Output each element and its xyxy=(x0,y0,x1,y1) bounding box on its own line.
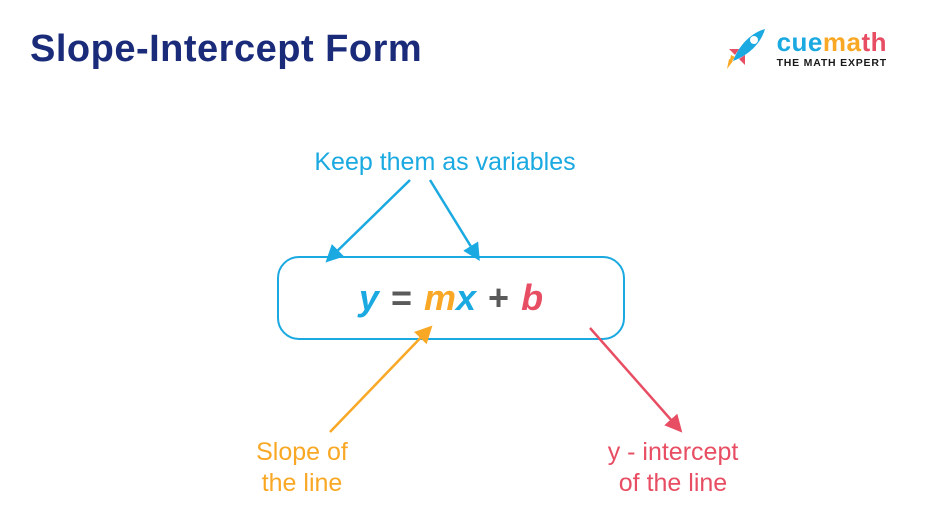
slope-intercept-diagram: Keep them as variables y = mx + b Slope … xyxy=(0,0,927,521)
plus-sign: + xyxy=(488,277,509,319)
intercept-annotation: y - interceptof the line xyxy=(558,437,788,500)
variables-annotation: Keep them as variables xyxy=(285,148,605,177)
variable-y: y xyxy=(359,277,379,319)
variable-m: m xyxy=(424,277,456,318)
slope-annotation: Slope ofthe line xyxy=(202,437,402,500)
variable-x: x xyxy=(456,277,476,318)
equals-sign: = xyxy=(391,277,412,319)
variable-b: b xyxy=(521,277,543,319)
equation-box: y = mx + b xyxy=(277,256,625,340)
